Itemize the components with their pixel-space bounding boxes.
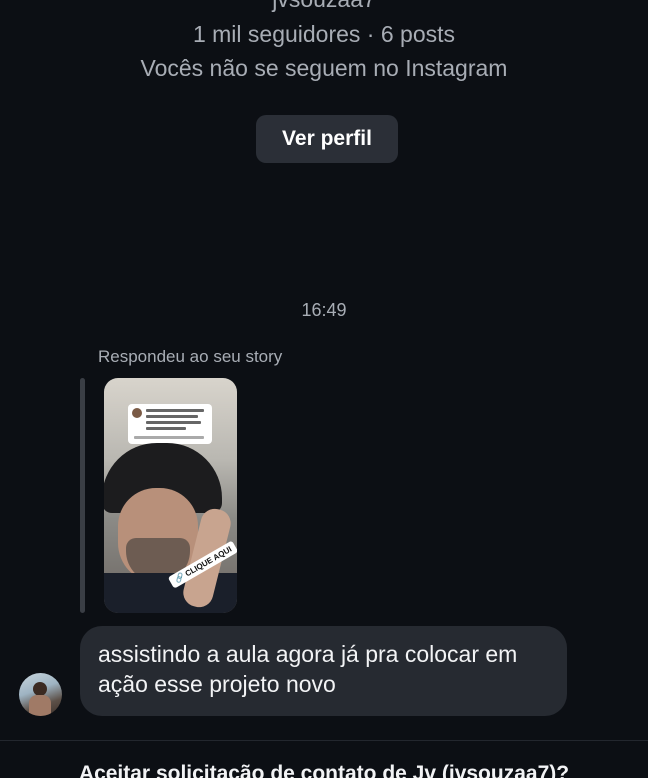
accept-request-prompt: Aceitar solicitação de contato de Jv (jv… xyxy=(78,762,570,778)
message-timestamp: 16:49 xyxy=(301,300,347,320)
profile-stats: 1 mil seguidores · 6 posts xyxy=(192,21,456,47)
dm-thread-screen: jvsouzaa7 1 mil seguidores · 6 posts Voc… xyxy=(0,0,648,778)
reply-quote-bar xyxy=(80,378,85,613)
divider xyxy=(0,740,648,741)
follow-relation-text: Vocês não se seguem no Instagram xyxy=(140,55,508,81)
profile-username: jvsouzaa7 xyxy=(0,0,648,13)
sender-avatar[interactable] xyxy=(19,673,62,716)
message-bubble[interactable]: assistindo a aula agora já pra colocar e… xyxy=(80,626,567,716)
story-thumbnail[interactable]: 🔗 CLIQUE AQUI xyxy=(104,378,237,613)
story-reply-label: Respondeu ao seu story xyxy=(98,347,283,366)
story-question-card xyxy=(128,404,212,444)
view-profile-button[interactable]: Ver perfil xyxy=(256,115,398,163)
